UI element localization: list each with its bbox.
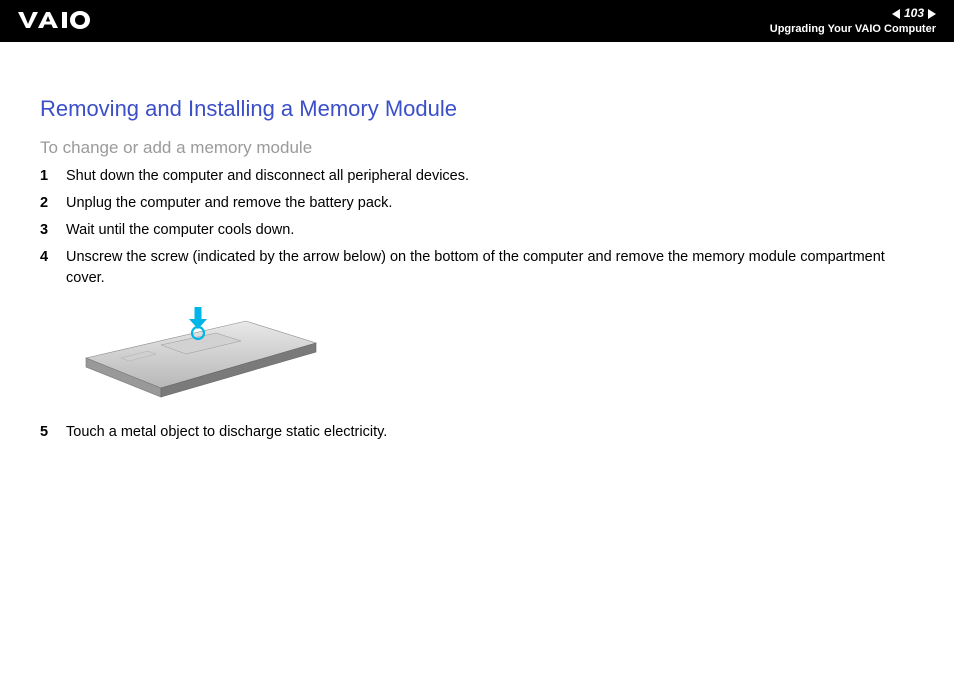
step-item: 3 Wait until the computer cools down. (40, 220, 918, 241)
next-page-arrow-icon[interactable] (928, 9, 936, 19)
page-title: Removing and Installing a Memory Module (40, 96, 918, 122)
step-text: Unscrew the screw (indicated by the arro… (66, 247, 918, 289)
page-content: Removing and Installing a Memory Module … (0, 42, 954, 443)
step-number: 1 (40, 166, 66, 187)
step-number: 5 (40, 422, 66, 443)
step-text: Shut down the computer and disconnect al… (66, 166, 918, 187)
step-text: Unplug the computer and remove the batte… (66, 193, 918, 214)
laptop-bottom-illustration (66, 303, 326, 410)
page-number: 103 (904, 6, 924, 22)
section-name: Upgrading Your VAIO Computer (770, 22, 936, 36)
prev-page-arrow-icon[interactable] (892, 9, 900, 19)
page-header: 103 Upgrading Your VAIO Computer (0, 0, 954, 42)
step-text: Touch a metal object to discharge static… (66, 422, 918, 443)
step-number: 3 (40, 220, 66, 241)
step-item: 5 Touch a metal object to discharge stat… (40, 422, 918, 443)
page-subtitle: To change or add a memory module (40, 138, 918, 158)
step-text: Wait until the computer cools down. (66, 220, 918, 241)
page-navigation: 103 (770, 6, 936, 22)
step-item: 1 Shut down the computer and disconnect … (40, 166, 918, 187)
step-number: 2 (40, 193, 66, 214)
illustration-row (40, 295, 918, 416)
vaio-logo (18, 11, 110, 31)
step-item: 4 Unscrew the screw (indicated by the ar… (40, 247, 918, 289)
arrow-down-icon (189, 307, 207, 329)
step-number: 4 (40, 247, 66, 268)
header-right: 103 Upgrading Your VAIO Computer (770, 6, 936, 36)
step-item: 2 Unplug the computer and remove the bat… (40, 193, 918, 214)
steps-list: 1 Shut down the computer and disconnect … (40, 166, 918, 443)
